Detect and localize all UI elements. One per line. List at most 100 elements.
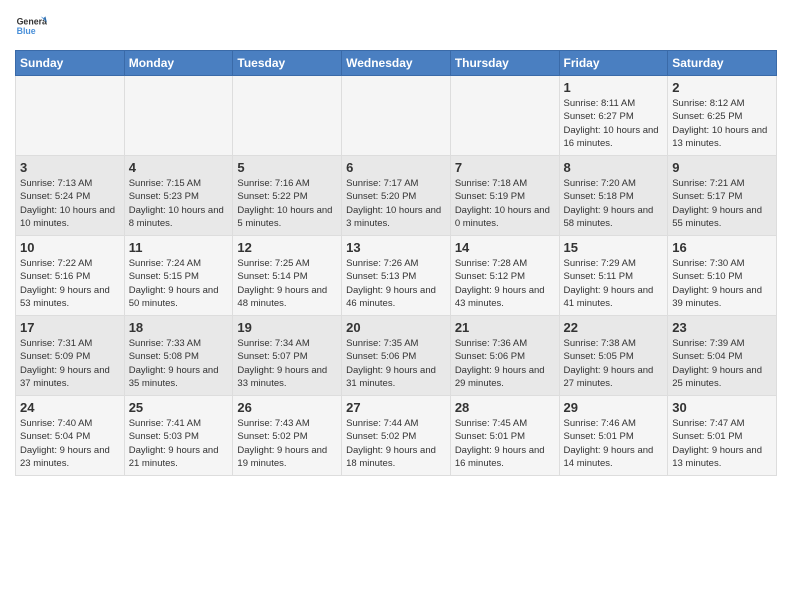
calendar-cell: 4 Sunrise: 7:15 AM Sunset: 5:23 PM Daylig… [124,156,233,236]
day-number: 27 [346,400,446,415]
day-number: 24 [20,400,120,415]
weekday-header-monday: Monday [124,51,233,76]
calendar-cell: 28 Sunrise: 7:45 AM Sunset: 5:01 PM Dayli… [450,396,559,476]
day-info: Sunrise: 7:43 AM Sunset: 5:02 PM Dayligh… [237,417,337,470]
page-header: General Blue [15,10,777,42]
calendar-week-2: 3Sunrise: 7:13 AM Sunset: 5:24 PM Daylig… [16,156,777,236]
day-number: 1 [564,80,664,95]
day-info: Sunrise: 7:16 AM Sunset: 5:22 PM Dayligh… [237,177,337,230]
calendar-cell: 5 Sunrise: 7:16 AM Sunset: 5:22 PM Daylig… [233,156,342,236]
weekday-header-row: SundayMondayTuesdayWednesdayThursdayFrid… [16,51,777,76]
day-info: Sunrise: 7:26 AM Sunset: 5:13 PM Dayligh… [346,257,446,310]
day-info: Sunrise: 7:17 AM Sunset: 5:20 PM Dayligh… [346,177,446,230]
day-number: 2 [672,80,772,95]
day-number: 26 [237,400,337,415]
calendar-cell: 16 Sunrise: 7:30 AM Sunset: 5:10 PM Dayli… [668,236,777,316]
day-number: 30 [672,400,772,415]
day-info: Sunrise: 7:28 AM Sunset: 5:12 PM Dayligh… [455,257,555,310]
calendar-cell: 8Sunrise: 7:20 AM Sunset: 5:18 PM Daylig… [559,156,668,236]
calendar-cell: 25Sunrise: 7:41 AM Sunset: 5:03 PM Dayli… [124,396,233,476]
calendar-cell: 20 Sunrise: 7:35 AM Sunset: 5:06 PM Dayli… [342,316,451,396]
day-number: 28 [455,400,555,415]
calendar-cell: 11 Sunrise: 7:24 AM Sunset: 5:15 PM Dayli… [124,236,233,316]
day-info: Sunrise: 7:44 AM Sunset: 5:02 PM Dayligh… [346,417,446,470]
day-number: 17 [20,320,120,335]
calendar-cell: 17 Sunrise: 7:31 AM Sunset: 5:09 PM Dayli… [16,316,125,396]
weekday-header-tuesday: Tuesday [233,51,342,76]
calendar-week-4: 17 Sunrise: 7:31 AM Sunset: 5:09 PM Dayli… [16,316,777,396]
day-number: 11 [129,240,229,255]
day-info: Sunrise: 7:40 AM Sunset: 5:04 PM Dayligh… [20,417,120,470]
calendar-week-1: 1 Sunrise: 8:11 AM Sunset: 6:27 PM Daylig… [16,76,777,156]
calendar-cell: 2 Sunrise: 8:12 AM Sunset: 6:25 PM Daylig… [668,76,777,156]
day-number: 3 [20,160,120,175]
day-info: Sunrise: 7:22 AM Sunset: 5:16 PM Dayligh… [20,257,120,310]
day-number: 10 [20,240,120,255]
day-number: 22 [564,320,664,335]
calendar-cell: 15 Sunrise: 7:29 AM Sunset: 5:11 PM Dayli… [559,236,668,316]
day-info: Sunrise: 7:47 AM Sunset: 5:01 PM Dayligh… [672,417,772,470]
day-number: 20 [346,320,446,335]
calendar-cell [16,76,125,156]
logo: General Blue [15,10,47,42]
svg-text:Blue: Blue [17,26,36,36]
day-number: 13 [346,240,446,255]
day-info: Sunrise: 7:33 AM Sunset: 5:08 PM Dayligh… [129,337,229,390]
day-number: 25 [129,400,229,415]
calendar-cell: 22 Sunrise: 7:38 AM Sunset: 5:05 PM Dayli… [559,316,668,396]
day-info: Sunrise: 7:20 AM Sunset: 5:18 PM Dayligh… [564,177,664,230]
weekday-header-friday: Friday [559,51,668,76]
calendar-cell: 9 Sunrise: 7:21 AM Sunset: 5:17 PM Daylig… [668,156,777,236]
day-info: Sunrise: 8:12 AM Sunset: 6:25 PM Dayligh… [672,97,772,150]
day-number: 23 [672,320,772,335]
weekday-header-saturday: Saturday [668,51,777,76]
day-info: Sunrise: 7:21 AM Sunset: 5:17 PM Dayligh… [672,177,772,230]
calendar-cell [450,76,559,156]
day-info: Sunrise: 7:39 AM Sunset: 5:04 PM Dayligh… [672,337,772,390]
calendar-cell: 12Sunrise: 7:25 AM Sunset: 5:14 PM Dayli… [233,236,342,316]
calendar-header: SundayMondayTuesdayWednesdayThursdayFrid… [16,51,777,76]
calendar-cell: 13 Sunrise: 7:26 AM Sunset: 5:13 PM Dayli… [342,236,451,316]
day-info: Sunrise: 7:30 AM Sunset: 5:10 PM Dayligh… [672,257,772,310]
calendar-cell [233,76,342,156]
day-number: 5 [237,160,337,175]
day-info: Sunrise: 7:24 AM Sunset: 5:15 PM Dayligh… [129,257,229,310]
weekday-header-thursday: Thursday [450,51,559,76]
calendar-week-3: 10 Sunrise: 7:22 AM Sunset: 5:16 PM Dayli… [16,236,777,316]
day-number: 9 [672,160,772,175]
day-number: 15 [564,240,664,255]
calendar-cell: 21Sunrise: 7:36 AM Sunset: 5:06 PM Dayli… [450,316,559,396]
weekday-header-sunday: Sunday [16,51,125,76]
calendar-cell [124,76,233,156]
calendar-cell: 7 Sunrise: 7:18 AM Sunset: 5:19 PM Daylig… [450,156,559,236]
day-number: 29 [564,400,664,415]
day-info: Sunrise: 7:45 AM Sunset: 5:01 PM Dayligh… [455,417,555,470]
calendar-week-5: 24 Sunrise: 7:40 AM Sunset: 5:04 PM Dayli… [16,396,777,476]
day-info: Sunrise: 7:15 AM Sunset: 5:23 PM Dayligh… [129,177,229,230]
day-info: Sunrise: 7:29 AM Sunset: 5:11 PM Dayligh… [564,257,664,310]
weekday-header-wednesday: Wednesday [342,51,451,76]
day-info: Sunrise: 7:46 AM Sunset: 5:01 PM Dayligh… [564,417,664,470]
day-number: 19 [237,320,337,335]
day-number: 6 [346,160,446,175]
calendar-cell: 27 Sunrise: 7:44 AM Sunset: 5:02 PM Dayli… [342,396,451,476]
day-number: 21 [455,320,555,335]
calendar-cell: 10 Sunrise: 7:22 AM Sunset: 5:16 PM Dayli… [16,236,125,316]
day-number: 7 [455,160,555,175]
day-info: Sunrise: 7:35 AM Sunset: 5:06 PM Dayligh… [346,337,446,390]
day-info: Sunrise: 8:11 AM Sunset: 6:27 PM Dayligh… [564,97,664,150]
day-info: Sunrise: 7:18 AM Sunset: 5:19 PM Dayligh… [455,177,555,230]
calendar-cell: 14 Sunrise: 7:28 AM Sunset: 5:12 PM Dayli… [450,236,559,316]
day-info: Sunrise: 7:38 AM Sunset: 5:05 PM Dayligh… [564,337,664,390]
day-info: Sunrise: 7:31 AM Sunset: 5:09 PM Dayligh… [20,337,120,390]
calendar-body: 1 Sunrise: 8:11 AM Sunset: 6:27 PM Daylig… [16,76,777,476]
day-info: Sunrise: 7:25 AM Sunset: 5:14 PM Dayligh… [237,257,337,310]
calendar-cell: 18 Sunrise: 7:33 AM Sunset: 5:08 PM Dayli… [124,316,233,396]
calendar-cell: 19Sunrise: 7:34 AM Sunset: 5:07 PM Dayli… [233,316,342,396]
calendar-cell: 6 Sunrise: 7:17 AM Sunset: 5:20 PM Daylig… [342,156,451,236]
day-number: 16 [672,240,772,255]
day-number: 4 [129,160,229,175]
day-number: 14 [455,240,555,255]
day-number: 18 [129,320,229,335]
calendar-table: SundayMondayTuesdayWednesdayThursdayFrid… [15,50,777,476]
